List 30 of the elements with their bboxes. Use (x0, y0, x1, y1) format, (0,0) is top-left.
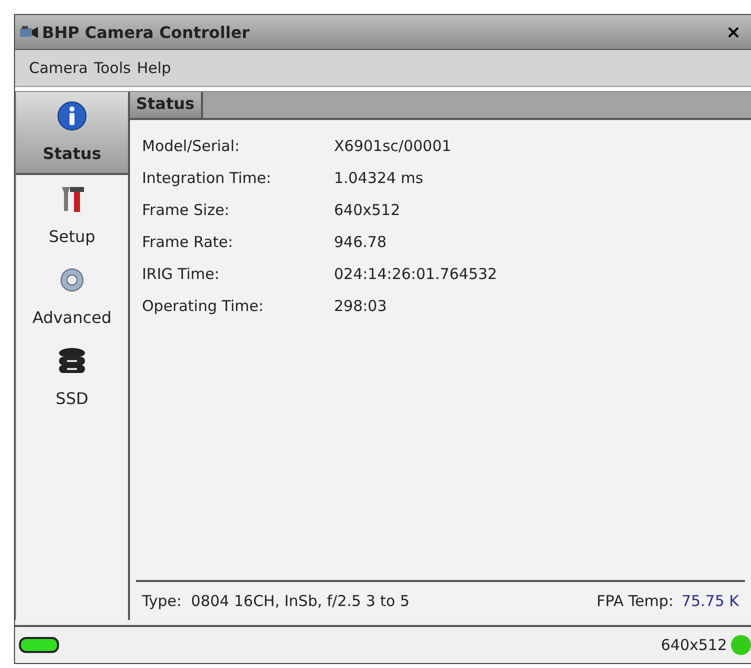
field-value: 024:14:26:01.764532 (334, 265, 498, 283)
menu-item[interactable]: Tools (94, 59, 131, 77)
field-value: X6901sc/00001 (334, 137, 452, 155)
field-value: 946.78 (334, 233, 386, 251)
temp-value: 75.75 K (681, 592, 739, 610)
field-label: Frame Size: (142, 201, 230, 219)
window-title: BHP Camera Controller (42, 22, 251, 42)
info-icon (56, 100, 88, 132)
menu-item[interactable]: Camera (29, 59, 88, 77)
field-value: 640x512 (334, 201, 400, 219)
sidebar-item[interactable]: Status (16, 92, 128, 175)
battery-icon (19, 637, 59, 653)
sidebar-item[interactable]: Setup (16, 175, 128, 256)
sidebar-item[interactable]: Advanced (16, 256, 128, 337)
field-value: 298:03 (334, 297, 387, 315)
sensor-type: Type: 0804 16CH, InSb, f/2.5 3 to 5 (142, 592, 410, 610)
field-value: 1.04324 ms (334, 169, 424, 187)
tab[interactable]: Status (130, 92, 203, 118)
close-button[interactable]: × (722, 22, 745, 42)
status-dot-icon (731, 635, 751, 655)
field-label: Operating Time: (142, 297, 265, 315)
temp-label: FPA Temp: (596, 592, 674, 610)
field-label: Model/Serial: (142, 137, 241, 155)
camera-icon (19, 24, 39, 40)
field-label: Integration Time: (142, 169, 272, 187)
resolution-text: 640x512 (660, 636, 727, 654)
field-label: IRIG Time: (142, 265, 220, 283)
menu-item[interactable]: Help (136, 59, 172, 77)
sidebar-item[interactable]: SSD (16, 337, 128, 418)
field-label: Frame Rate: (142, 233, 234, 251)
